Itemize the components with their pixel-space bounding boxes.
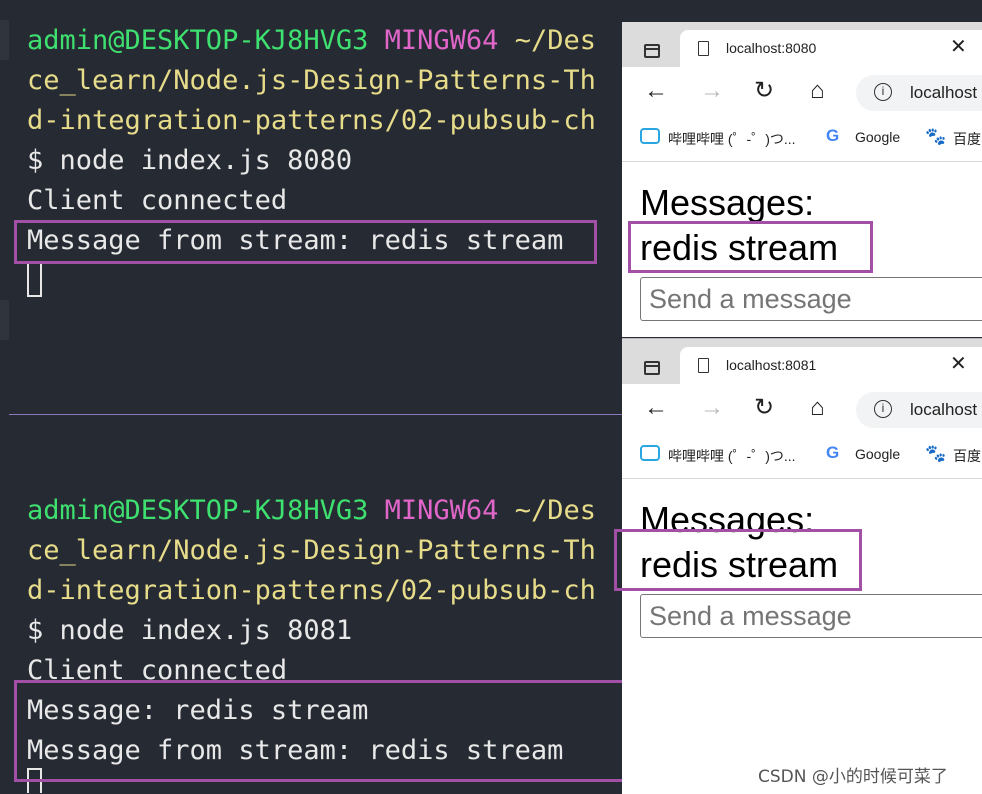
highlight-box xyxy=(628,221,873,273)
info-icon[interactable]: i xyxy=(874,400,892,418)
prompt-env: MINGW64 xyxy=(384,25,499,56)
bookmark-bilibili[interactable]: 哔哩哔哩 (゜-゜)つ... xyxy=(668,129,796,149)
close-icon[interactable]: ✕ xyxy=(950,37,967,57)
home-icon[interactable]: ⌂ xyxy=(810,79,825,103)
prompt-path-continued: ce_learn/Node.js-Design-Patterns-Th xyxy=(27,535,596,566)
terminal-pane-top[interactable]: admin@DESKTOP-KJ8HVG3 MINGW64 ~/Des ce_l… xyxy=(0,0,640,415)
address-bar[interactable]: i localhost xyxy=(856,75,982,111)
terminal-gutter xyxy=(0,20,9,60)
browser-window-8080: localhost:8080 ✕ ← → ↻ ⌂ i localhost 哔哩哔… xyxy=(622,22,982,337)
prompt-path-continued: d-integration-patterns/02-pubsub-ch xyxy=(27,105,596,136)
nav-bar: ← → ↻ ⌂ i localhost xyxy=(622,384,982,434)
google-icon: G xyxy=(826,126,840,145)
back-arrow-icon[interactable]: ← xyxy=(644,79,668,103)
message-input[interactable] xyxy=(640,277,982,321)
baidu-icon: 🐾 xyxy=(925,444,947,463)
home-icon[interactable]: ⌂ xyxy=(810,396,825,420)
address-bar[interactable]: i localhost xyxy=(856,392,982,428)
watermark: CSDN @小的时候可菜了 xyxy=(758,767,948,787)
highlight-box xyxy=(14,680,630,782)
bookmarks-bar: 哔哩哔哩 (゜-゜)つ... G Google 🐾 百度 xyxy=(622,117,982,162)
address-text: localhost xyxy=(910,83,978,102)
prompt-path-continued: d-integration-patterns/02-pubsub-ch xyxy=(27,575,596,606)
address-text: localhost xyxy=(910,400,978,419)
terminal-pane-bottom[interactable]: admin@DESKTOP-KJ8HVG3 MINGW64 ~/Des ce_l… xyxy=(0,416,640,793)
window-icon[interactable] xyxy=(644,361,660,375)
bookmark-baidu[interactable]: 百度 xyxy=(953,446,981,466)
bookmark-bilibili[interactable]: 哔哩哔哩 (゜-゜)つ... xyxy=(668,446,796,466)
tab-bar: localhost:8080 ✕ xyxy=(622,22,982,67)
prompt-user: admin@DESKTOP-KJ8HVG3 xyxy=(27,495,369,526)
prompt-line: admin@DESKTOP-KJ8HVG3 MINGW64 ~/Des xyxy=(27,21,596,61)
pane-divider[interactable] xyxy=(9,414,640,415)
info-icon[interactable]: i xyxy=(874,83,892,101)
prompt-path: ~/Des xyxy=(514,495,596,526)
prompt-env: MINGW64 xyxy=(384,495,499,526)
page-icon xyxy=(698,358,709,373)
close-icon[interactable]: ✕ xyxy=(950,354,967,374)
terminal-gutter xyxy=(0,300,9,340)
highlight-box xyxy=(14,220,597,264)
tab-bar: localhost:8081 ✕ xyxy=(622,339,982,384)
back-arrow-icon[interactable]: ← xyxy=(644,396,668,420)
highlight-box xyxy=(614,529,862,591)
bookmark-google[interactable]: Google xyxy=(855,446,900,462)
command-line: $ node index.js 8080 xyxy=(27,145,353,176)
nav-bar: ← → ↻ ⌂ i localhost xyxy=(622,67,982,117)
terminal-cursor xyxy=(27,261,42,297)
baidu-icon: 🐾 xyxy=(925,127,947,146)
forward-arrow-icon[interactable]: → xyxy=(700,79,724,103)
reload-icon[interactable]: ↻ xyxy=(754,79,774,103)
google-icon: G xyxy=(826,443,840,462)
bilibili-icon xyxy=(640,445,660,461)
page-icon xyxy=(698,41,709,56)
messages-heading: Messages: xyxy=(640,182,815,223)
bookmark-baidu[interactable]: 百度 xyxy=(953,129,981,149)
bilibili-icon xyxy=(640,128,660,144)
message-input[interactable] xyxy=(640,594,982,638)
prompt-path-continued: ce_learn/Node.js-Design-Patterns-Th xyxy=(27,65,596,96)
bookmark-google[interactable]: Google xyxy=(855,129,900,145)
tab-title: localhost:8081 xyxy=(726,357,817,373)
reload-icon[interactable]: ↻ xyxy=(754,396,774,420)
prompt-line: admin@DESKTOP-KJ8HVG3 MINGW64 ~/Des xyxy=(27,491,596,531)
bookmarks-bar: 哔哩哔哩 (゜-゜)つ... G Google 🐾 百度 xyxy=(622,434,982,479)
output-line: Client connected xyxy=(27,185,288,216)
command-line: $ node index.js 8081 xyxy=(27,615,353,646)
tab-localhost-8080[interactable]: localhost:8080 ✕ xyxy=(680,30,982,67)
forward-arrow-icon[interactable]: → xyxy=(700,396,724,420)
prompt-user: admin@DESKTOP-KJ8HVG3 xyxy=(27,25,369,56)
tab-title: localhost:8080 xyxy=(726,40,817,56)
prompt-path: ~/Des xyxy=(514,25,596,56)
tab-localhost-8081[interactable]: localhost:8081 ✕ xyxy=(680,347,982,384)
window-icon[interactable] xyxy=(644,44,660,58)
